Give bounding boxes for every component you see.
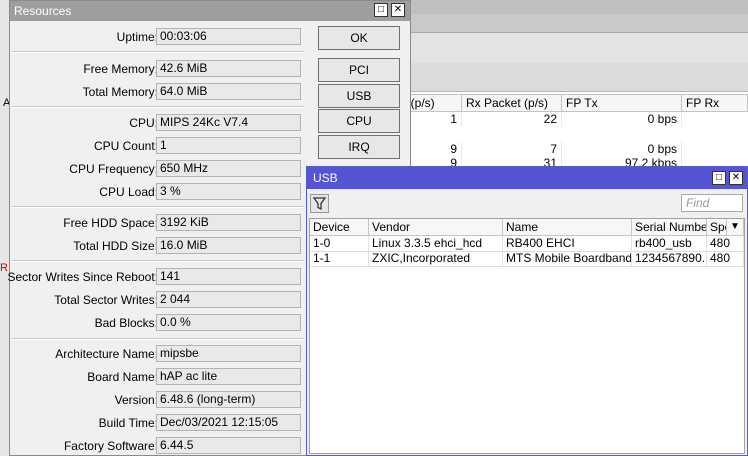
row-divider [310, 266, 744, 267]
resources-titlebar[interactable]: Resources □ ✕ [10, 1, 410, 21]
column-header-fp-rx[interactable]: FP Rx [682, 94, 748, 112]
find-input[interactable]: Find [681, 194, 743, 212]
architecture-name-field[interactable]: mipsbe [156, 345, 301, 362]
background-window-titlebar [400, 0, 748, 14]
uptime-label: Uptime: [116, 30, 158, 44]
filter-button[interactable] [310, 194, 329, 213]
column-header-device[interactable]: Device [310, 219, 369, 236]
usb-titlebar[interactable]: USB □ ✕ [307, 167, 747, 189]
usb-window: USB □ ✕ Find Device Vendor Name Serial N… [306, 166, 748, 456]
close-icon[interactable]: ✕ [729, 171, 743, 185]
free-hdd-space-field[interactable]: 3192 KiB [156, 214, 301, 231]
table-row[interactable]: 1 22 0 bps [400, 112, 682, 127]
sector-writes-since-reboot-field[interactable]: 141 [156, 268, 301, 285]
column-header-serial-number[interactable]: Serial Number [632, 219, 707, 236]
cpu-count-field[interactable]: 1 [156, 137, 301, 154]
board-name-field[interactable]: hAP ac lite [156, 368, 301, 385]
column-header-name[interactable]: Name [503, 219, 632, 236]
table-row[interactable]: 1-0 Linux 3.3.5 ehci_hcd RB400 EHCI rb40… [310, 236, 744, 251]
total-hdd-size-field[interactable]: 16.0 MiB [156, 237, 301, 254]
total-memory-label: Total Memory: [82, 85, 158, 99]
cpu-count-label: CPU Count: [93, 139, 158, 153]
restore-icon[interactable]: □ [374, 3, 388, 17]
version-label: Version: [114, 393, 158, 407]
factory-software-field[interactable]: 6.44.5 [156, 437, 301, 454]
column-menu-icon[interactable]: ▼ [727, 219, 744, 236]
bad-blocks-label: Bad Blocks: [94, 316, 158, 330]
board-name-label: Board Name: [87, 370, 158, 384]
table-row[interactable]: 9 7 0 bps [400, 142, 682, 157]
cpu-label: CPU: [129, 116, 158, 130]
free-memory-label: Free Memory: [83, 62, 158, 76]
irq-button[interactable]: IRQ [318, 135, 400, 159]
usb-button[interactable]: USB [318, 84, 400, 108]
background-window-tabbar [400, 63, 748, 92]
version-field[interactable]: 6.48.6 (long-term) [156, 391, 301, 408]
usb-table-header: Device Vendor Name Serial Number Spe ▼ [310, 219, 744, 236]
column-header-vendor[interactable]: Vendor [369, 219, 503, 236]
filter-icon [312, 197, 327, 211]
total-memory-field[interactable]: 64.0 MiB [156, 83, 301, 100]
resources-title: Resources [14, 4, 72, 18]
uptime-field[interactable]: 00:03:06 [156, 28, 301, 45]
table-row[interactable]: 1-1 ZXIC,Incorporated MTS Mobile Boardba… [310, 251, 744, 266]
free-hdd-space-label: Free HDD Space: [63, 216, 158, 230]
cpu-frequency-field[interactable]: 650 MHz [156, 160, 301, 177]
usb-device-table: Device Vendor Name Serial Number Spe ▼ 1… [309, 218, 745, 454]
restore-icon[interactable]: □ [712, 171, 726, 185]
total-sector-writes-label: Total Sector Writes: [54, 293, 158, 307]
pci-button[interactable]: PCI [318, 58, 400, 82]
ok-button[interactable]: OK [318, 26, 400, 50]
separator [12, 206, 304, 208]
column-header-speed[interactable]: Spe [707, 219, 727, 236]
build-time-field[interactable]: Dec/03/2021 12:15:05 [156, 414, 301, 431]
background-window-band [400, 14, 748, 33]
usb-title: USB [313, 171, 338, 185]
architecture-name-label: Architecture Name: [55, 347, 158, 361]
column-header-fp-tx[interactable]: FP Tx [562, 94, 682, 112]
free-memory-field[interactable]: 42.6 MiB [156, 60, 301, 77]
bad-blocks-field[interactable]: 0.0 % [156, 314, 301, 331]
total-hdd-size-label: Total HDD Size: [73, 239, 158, 253]
sector-writes-since-reboot-label: Sector Writes Since Reboot: [7, 270, 158, 284]
separator [12, 260, 304, 262]
background-table-header: t (p/s) Rx Packet (p/s) FP Tx FP Rx [400, 94, 748, 112]
cpu-load-label: CPU Load: [99, 185, 158, 199]
cpu-button[interactable]: CPU [318, 109, 400, 133]
cpu-field[interactable]: MIPS 24Kc V7.4 [156, 114, 301, 131]
build-time-label: Build Time: [98, 416, 158, 430]
separator [12, 51, 304, 53]
cpu-load-field[interactable]: 3 % [156, 183, 301, 200]
total-sector-writes-field[interactable]: 2 044 [156, 291, 301, 308]
close-icon[interactable]: ✕ [391, 3, 405, 17]
separator [12, 106, 304, 108]
column-header-rx-packet[interactable]: Rx Packet (p/s) [462, 94, 562, 112]
separator [12, 338, 304, 340]
cpu-frequency-label: CPU Frequency: [69, 162, 158, 176]
factory-software-label: Factory Software: [63, 439, 158, 453]
background-window-toolbar [400, 33, 748, 63]
